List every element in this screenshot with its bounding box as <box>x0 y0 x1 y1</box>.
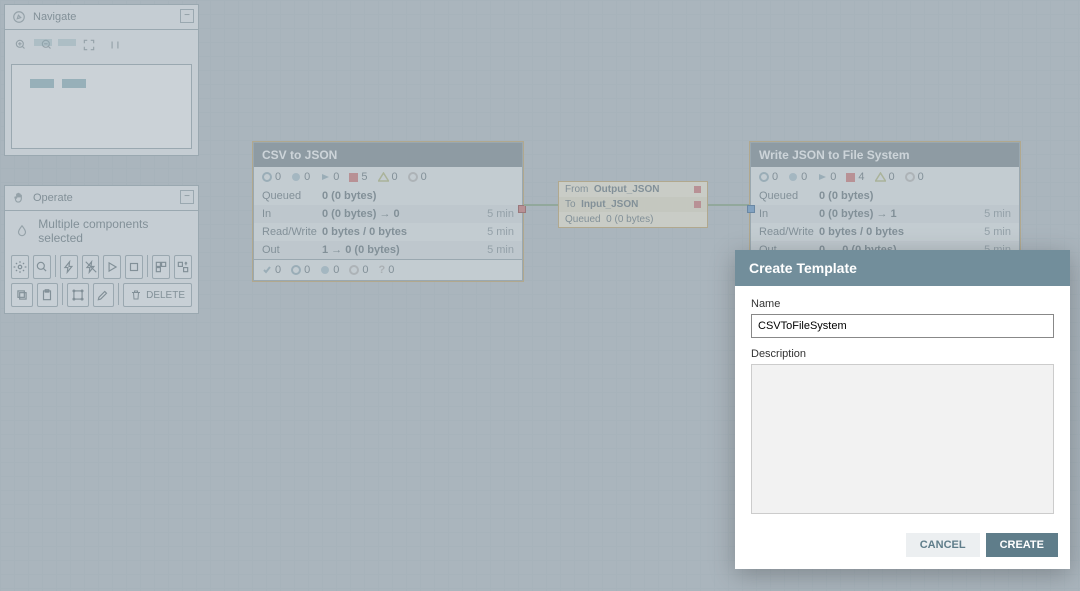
search-button[interactable] <box>33 255 51 279</box>
table-row: Queued0 (0 bytes) <box>254 187 522 205</box>
status-disabled-icon: 0 <box>408 171 427 183</box>
table-row: In0 (0 bytes) → 15 min <box>751 205 1019 223</box>
compass-icon <box>11 9 27 25</box>
collapse-icon[interactable]: − <box>180 190 194 204</box>
name-input[interactable] <box>751 314 1054 338</box>
status-stopped-icon: 5 <box>349 171 367 183</box>
hand-icon <box>11 190 27 206</box>
input-port[interactable] <box>747 205 755 213</box>
selection-text: Multiple components selected <box>38 217 190 245</box>
drop-icon <box>13 222 30 240</box>
operate-title-bar: Operate − <box>5 186 198 211</box>
status-warning-icon: 0 <box>875 171 895 183</box>
minimap-node <box>34 39 52 46</box>
footer-stat-icon: 0 <box>291 264 310 276</box>
configure-button[interactable] <box>11 255 29 279</box>
status-disabled-icon: 0 <box>905 171 924 183</box>
connection-to-row: To Input_JSON <box>559 197 707 212</box>
table-row: Read/Write0 bytes / 0 bytes5 min <box>254 223 522 241</box>
navigate-title-bar: Navigate − <box>5 5 198 30</box>
footer-unknown-icon: ?0 <box>379 264 395 276</box>
enable-button[interactable] <box>60 255 78 279</box>
connection-queue[interactable]: From Output_JSON To Input_JSON Queued 0 … <box>558 181 708 228</box>
processor-csv-to-json[interactable]: CSV to JSON 0 0 0 5 0 0 Queued0 (0 bytes… <box>253 142 523 281</box>
connection-from-row: From Output_JSON <box>559 182 707 197</box>
processor-status-bar: 0 0 0 5 0 0 <box>254 167 522 187</box>
footer-stat-icon: 0 <box>320 264 339 276</box>
dialog-footer: CANCEL CREATE <box>735 525 1070 569</box>
divider <box>55 255 56 277</box>
paste-button[interactable] <box>37 283 59 307</box>
create-button[interactable]: CREATE <box>986 533 1058 557</box>
divider <box>147 255 148 277</box>
status-invalid-icon: 0 <box>291 171 310 183</box>
status-transmitting-icon: 0 <box>262 171 281 183</box>
disable-button[interactable] <box>82 255 100 279</box>
status-transmitting-icon: 0 <box>759 171 778 183</box>
processor-write-json[interactable]: Write JSON to File System 0 0 0 4 0 0 Qu… <box>750 142 1020 260</box>
processor-title: Write JSON to File System <box>751 143 1019 167</box>
description-label: Description <box>751 348 1054 360</box>
status-running-icon: 0 <box>817 171 836 183</box>
delete-label: DELETE <box>146 290 185 301</box>
zoom-in-icon[interactable] <box>13 37 29 53</box>
connection-wire <box>708 204 750 206</box>
output-port[interactable] <box>518 205 526 213</box>
table-row: Out1 → 0 (0 bytes)5 min <box>254 241 522 259</box>
table-row: Queued0 (0 bytes) <box>751 187 1019 205</box>
footer-check-icon: 0 <box>262 264 281 276</box>
minimap-node <box>58 39 76 46</box>
operate-panel: Operate − Multiple components selected <box>4 185 199 314</box>
processor-stats-table: Queued0 (0 bytes) In0 (0 bytes) → 15 min… <box>751 187 1019 259</box>
divider <box>62 283 63 305</box>
color-button[interactable] <box>93 283 115 307</box>
template-button[interactable] <box>152 255 170 279</box>
delete-button[interactable]: DELETE <box>123 283 192 307</box>
name-label: Name <box>751 298 1054 310</box>
stop-button[interactable] <box>125 255 143 279</box>
navigate-title: Navigate <box>33 11 76 23</box>
selection-summary: Multiple components selected <box>5 211 198 251</box>
operate-toolbar: DELETE <box>5 251 198 313</box>
upload-template-button[interactable] <box>174 255 192 279</box>
dialog-title: Create Template <box>735 250 1070 286</box>
stop-icon <box>694 201 701 208</box>
start-button[interactable] <box>103 255 121 279</box>
divider <box>118 283 119 305</box>
cancel-button[interactable]: CANCEL <box>906 533 980 557</box>
minimap-node <box>62 79 86 88</box>
table-row: Read/Write0 bytes / 0 bytes5 min <box>751 223 1019 241</box>
create-template-dialog: Create Template Name Description CANCEL … <box>735 250 1070 569</box>
zoom-fit-icon[interactable] <box>81 37 97 53</box>
status-invalid-icon: 0 <box>788 171 807 183</box>
connection-queued-row: Queued 0 (0 bytes) <box>559 212 707 227</box>
processor-footer: 0 0 0 0 ?0 <box>254 259 522 280</box>
description-textarea[interactable] <box>751 364 1054 514</box>
zoom-actual-icon[interactable] <box>107 37 123 53</box>
processor-stats-table: Queued0 (0 bytes) In0 (0 bytes) → 05 min… <box>254 187 522 259</box>
navigate-panel: Navigate − <box>4 4 199 156</box>
connection-wire <box>524 204 559 206</box>
processor-status-bar: 0 0 0 4 0 0 <box>751 167 1019 187</box>
footer-stat-icon: 0 <box>349 264 368 276</box>
stop-icon <box>694 186 701 193</box>
status-warning-icon: 0 <box>378 171 398 183</box>
minimap[interactable] <box>11 64 192 149</box>
status-stopped-icon: 4 <box>846 171 864 183</box>
table-row: In0 (0 bytes) → 05 min <box>254 205 522 223</box>
status-running-icon: 0 <box>320 171 339 183</box>
operate-title: Operate <box>33 192 73 204</box>
collapse-icon[interactable]: − <box>180 9 194 23</box>
minimap-node <box>30 79 54 88</box>
group-button[interactable] <box>67 283 89 307</box>
processor-title: CSV to JSON <box>254 143 522 167</box>
copy-button[interactable] <box>11 283 33 307</box>
